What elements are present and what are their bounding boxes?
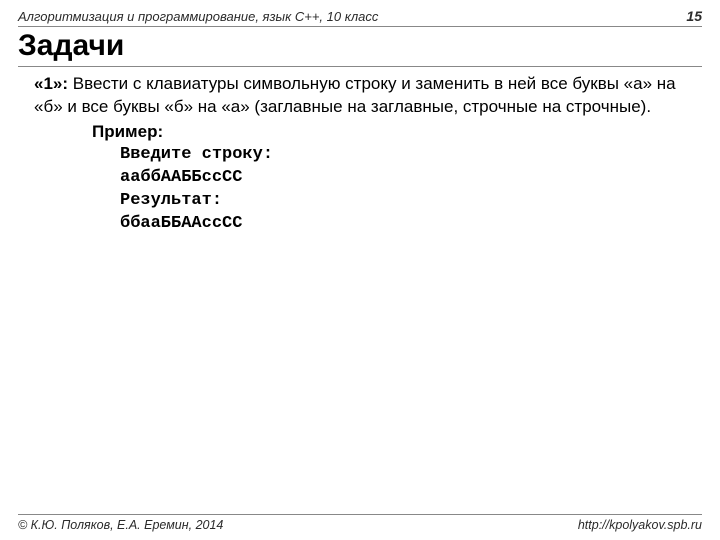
example-line-3: Результат: bbox=[120, 190, 702, 213]
example-line-4: ббааББААссСС bbox=[120, 213, 702, 236]
task-block: «1»: Ввести с клавиатуры символьную стро… bbox=[18, 73, 702, 236]
task-marker: «1»: bbox=[34, 74, 68, 93]
slide-page: Алгоритмизация и программирование, язык … bbox=[0, 0, 720, 540]
course-title: Алгоритмизация и программирование, язык … bbox=[18, 9, 378, 24]
page-title: Задачи bbox=[18, 29, 702, 63]
example-lines: Введите строку: ааббААББссСС Результат: … bbox=[92, 144, 702, 236]
example-line-2: ааббААББссСС bbox=[120, 167, 702, 190]
footer-bar: © К.Ю. Поляков, Е.А. Еремин, 2014 http:/… bbox=[18, 514, 702, 532]
header-bar: Алгоритмизация и программирование, язык … bbox=[18, 8, 702, 27]
example-label: Пример: bbox=[92, 121, 702, 144]
page-number: 15 bbox=[686, 8, 702, 24]
example-line-1: Введите строку: bbox=[120, 144, 702, 167]
source-url[interactable]: http://kpolyakov.spb.ru bbox=[578, 518, 702, 532]
title-rule bbox=[18, 66, 702, 67]
task-body: Пример: Введите строку: ааббААББссСС Рез… bbox=[34, 121, 702, 236]
copyright-text: © К.Ю. Поляков, Е.А. Еремин, 2014 bbox=[18, 518, 223, 532]
task-text: Ввести с клавиатуры символьную строку и … bbox=[34, 74, 676, 116]
